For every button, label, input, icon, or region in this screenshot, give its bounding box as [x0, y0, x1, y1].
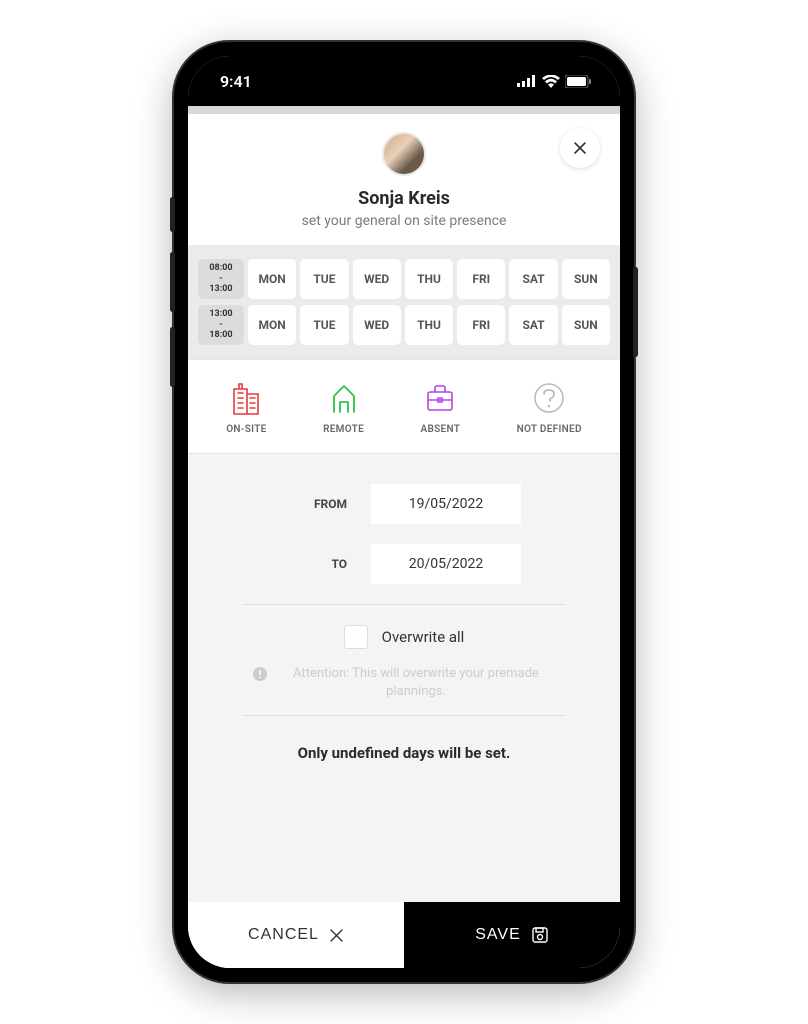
schedule-section: 08:00 - 13:00 MON TUE WED THU FRI SAT SU…: [188, 245, 620, 359]
cancel-label: CANCEL: [248, 926, 319, 944]
close-icon: [572, 140, 588, 156]
divider: [242, 604, 566, 605]
from-label: FROM: [287, 497, 347, 511]
day-fri-2[interactable]: FRI: [457, 305, 505, 345]
day-thu-2[interactable]: THU: [405, 305, 453, 345]
presence-absent[interactable]: ABSENT: [421, 380, 461, 435]
day-thu[interactable]: THU: [405, 259, 453, 299]
info-text: Only undefined days will be set.: [212, 744, 596, 762]
cancel-button[interactable]: CANCEL: [188, 902, 404, 968]
overwrite-label: Overwrite all: [382, 628, 465, 646]
screen: 9:41 Sonja Kreis set your general on sit…: [188, 56, 620, 968]
warning-icon: [252, 666, 268, 682]
day-mon[interactable]: MON: [248, 259, 296, 299]
from-input[interactable]: [371, 484, 521, 524]
save-label: SAVE: [475, 926, 521, 944]
day-wed-2[interactable]: WED: [353, 305, 401, 345]
home-icon: [326, 380, 362, 416]
day-sun[interactable]: SUN: [562, 259, 610, 299]
signal-icon: [517, 75, 537, 87]
volume-up: [170, 252, 175, 312]
close-button[interactable]: [560, 128, 600, 168]
status-icons: [517, 75, 592, 88]
day-wed[interactable]: WED: [353, 259, 401, 299]
battery-icon: [565, 75, 592, 88]
day-fri[interactable]: FRI: [457, 259, 505, 299]
day-sat[interactable]: SAT: [509, 259, 557, 299]
presence-onsite-label: ON-SITE: [226, 424, 266, 435]
power-button: [633, 267, 638, 357]
presence-absent-label: ABSENT: [421, 424, 461, 435]
phone-frame: 9:41 Sonja Kreis set your general on sit…: [174, 42, 634, 982]
briefcase-icon: [422, 380, 458, 416]
warning-text: Attention: This will overwrite your prem…: [276, 665, 556, 701]
mute-switch: [170, 197, 175, 232]
day-sat-2[interactable]: SAT: [509, 305, 557, 345]
to-label: TO: [287, 557, 347, 571]
volume-down: [170, 327, 175, 387]
notch: [307, 42, 502, 74]
save-button[interactable]: SAVE: [404, 902, 620, 968]
header-section: Sonja Kreis set your general on site pre…: [188, 114, 620, 245]
presence-remote[interactable]: REMOTE: [323, 380, 364, 435]
presence-onsite[interactable]: ON-SITE: [226, 380, 266, 435]
subtitle: set your general on site presence: [188, 213, 620, 229]
schedule-row-morning: 08:00 - 13:00 MON TUE WED THU FRI SAT SU…: [198, 259, 610, 299]
presence-remote-label: REMOTE: [323, 424, 364, 435]
gray-strip: [188, 106, 620, 114]
form-section: FROM TO Overwrite all Attention: This wi…: [188, 454, 620, 902]
overwrite-row: Overwrite all: [212, 625, 596, 649]
day-tue-2[interactable]: TUE: [300, 305, 348, 345]
presence-notdefined[interactable]: NOT DEFINED: [517, 380, 582, 435]
save-icon: [531, 926, 549, 944]
presence-section: ON-SITE REMOTE ABSENT: [188, 359, 620, 454]
question-icon: [531, 380, 567, 416]
building-icon: [228, 380, 264, 416]
overwrite-checkbox[interactable]: [344, 625, 368, 649]
schedule-row-afternoon: 13:00 - 18:00 MON TUE WED THU FRI SAT SU…: [198, 305, 610, 345]
user-name: Sonja Kreis: [188, 188, 620, 209]
content: Sonja Kreis set your general on site pre…: [188, 114, 620, 968]
day-mon-2[interactable]: MON: [248, 305, 296, 345]
divider-2: [242, 715, 566, 716]
day-tue[interactable]: TUE: [300, 259, 348, 299]
presence-notdefined-label: NOT DEFINED: [517, 424, 582, 435]
date-to-row: TO: [212, 544, 596, 584]
warning-row: Attention: This will overwrite your prem…: [212, 659, 596, 701]
to-input[interactable]: [371, 544, 521, 584]
time-chip-afternoon: 13:00 - 18:00: [198, 305, 244, 345]
time-chip-morning: 08:00 - 13:00: [198, 259, 244, 299]
button-bar: CANCEL SAVE: [188, 902, 620, 968]
wifi-icon: [542, 75, 560, 88]
day-sun-2[interactable]: SUN: [562, 305, 610, 345]
x-icon: [329, 928, 344, 943]
status-time: 9:41: [220, 72, 252, 91]
avatar: [382, 132, 426, 176]
date-from-row: FROM: [212, 484, 596, 524]
